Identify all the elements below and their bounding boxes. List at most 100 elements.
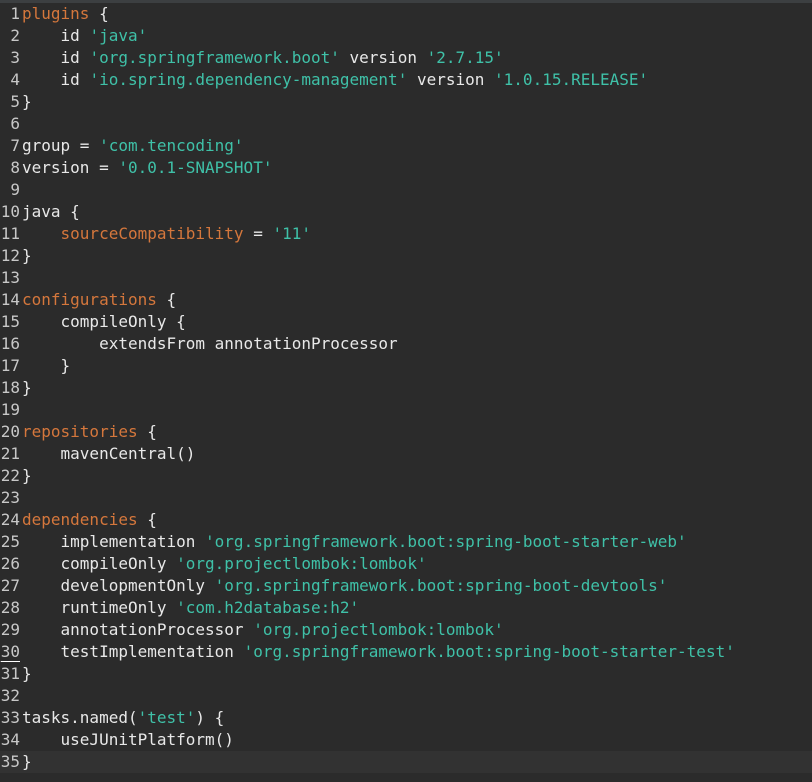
line-number: 28 xyxy=(0,598,20,617)
line-number: 35 xyxy=(0,752,20,771)
code-line[interactable]: 35} xyxy=(0,751,812,773)
code-line[interactable]: 13 xyxy=(0,267,812,289)
code-line[interactable]: 3 id 'org.springframework.boot' version … xyxy=(0,47,812,69)
code-line[interactable]: 28 runtimeOnly 'com.h2database:h2' xyxy=(0,597,812,619)
code-line[interactable]: 18} xyxy=(0,377,812,399)
string-token: '11' xyxy=(272,224,311,243)
keyword-token: repositories xyxy=(22,422,138,441)
code-line[interactable]: 19 xyxy=(0,399,812,421)
text-token: } xyxy=(22,246,32,265)
code-line[interactable]: 12} xyxy=(0,245,812,267)
code-text: dependencies { xyxy=(22,510,157,529)
code-line[interactable]: 34 useJUnitPlatform() xyxy=(0,729,812,751)
line-number: 26 xyxy=(0,554,20,573)
text-token: version xyxy=(339,48,427,67)
line-number: 32 xyxy=(0,686,20,705)
line-number: 2 xyxy=(10,26,20,45)
line-number: 1 xyxy=(10,4,20,23)
code-text: } xyxy=(22,752,32,771)
text-token: } xyxy=(22,92,32,111)
text-token: = xyxy=(243,224,273,243)
string-token: '0.0.1-SNAPSHOT' xyxy=(118,158,273,177)
code-line[interactable]: 32 xyxy=(0,685,812,707)
code-text: } xyxy=(22,466,32,485)
line-number: 8 xyxy=(10,158,20,177)
code-line[interactable]: 21 mavenCentral() xyxy=(0,443,812,465)
code-line[interactable]: 8 version = '0.0.1-SNAPSHOT' xyxy=(0,157,812,179)
line-number: 15 xyxy=(0,312,20,331)
string-token: '1.0.15.RELEASE' xyxy=(494,70,649,89)
code-line[interactable]: 5} xyxy=(0,91,812,113)
keyword-token: configurations xyxy=(22,290,157,309)
code-text: implementation 'org.springframework.boot… xyxy=(22,532,687,551)
code-lines[interactable]: 1 plugins {2 id 'java' 3 id 'org.springfra… xyxy=(0,3,812,773)
code-text: id 'java' xyxy=(22,26,148,45)
string-token: 'org.projectlombok:lombok' xyxy=(176,554,427,573)
text-token: testImplementation xyxy=(22,642,244,661)
text-token: { xyxy=(89,4,109,23)
text-token: version xyxy=(407,70,495,89)
code-line[interactable]: 1 plugins { xyxy=(0,3,812,25)
line-number: 14 xyxy=(0,290,20,309)
keyword-token: plugins xyxy=(22,4,90,23)
code-line[interactable]: 15 compileOnly { xyxy=(0,311,812,333)
line-number: 9 xyxy=(10,180,20,199)
text-token: id xyxy=(22,26,90,45)
code-text: } xyxy=(22,664,32,683)
code-line[interactable]: 7 group = 'com.tencoding' xyxy=(0,135,812,157)
code-line[interactable]: 11 sourceCompatibility = '11' xyxy=(0,223,812,245)
text-token: id xyxy=(22,70,90,89)
code-text: } xyxy=(22,356,71,375)
string-token: 'io.spring.dependency-management' xyxy=(89,70,408,89)
line-number: 5 xyxy=(10,92,20,111)
code-line[interactable]: 25 implementation 'org.springframework.b… xyxy=(0,531,812,553)
code-line[interactable]: 22} xyxy=(0,465,812,487)
line-number: 18 xyxy=(0,378,20,397)
code-line[interactable]: 31} xyxy=(0,663,812,685)
line-number: 30 xyxy=(0,642,20,661)
code-line[interactable]: 6 xyxy=(0,113,812,135)
text-token: useJUnitPlatform() xyxy=(22,730,234,749)
code-line[interactable]: 29 annotationProcessor 'org.projectlombo… xyxy=(0,619,812,641)
code-text: runtimeOnly 'com.h2database:h2' xyxy=(22,598,360,617)
line-number: 17 xyxy=(0,356,20,375)
code-line[interactable]: 33 tasks.named('test') { xyxy=(0,707,812,729)
line-number: 33 xyxy=(0,708,20,727)
line-number: 6 xyxy=(10,114,20,133)
code-text: useJUnitPlatform() xyxy=(22,730,234,749)
code-text: annotationProcessor 'org.projectlombok:l… xyxy=(22,620,504,639)
text-token: version = xyxy=(22,158,119,177)
text-token: } xyxy=(22,466,32,485)
code-line[interactable]: 24 dependencies { xyxy=(0,509,812,531)
text-token: ) { xyxy=(195,708,225,727)
text-token: { xyxy=(156,290,177,309)
code-text: id 'io.spring.dependency-management' ver… xyxy=(22,70,649,89)
code-line[interactable]: 17 } xyxy=(0,355,812,377)
code-text: } xyxy=(22,246,32,265)
line-number: 4 xyxy=(10,70,20,89)
code-text: compileOnly 'org.projectlombok:lombok' xyxy=(22,554,427,573)
line-number: 7 xyxy=(10,136,20,155)
code-editor[interactable]: 1 plugins {2 id 'java' 3 id 'org.springfra… xyxy=(0,0,812,782)
text-token: } xyxy=(22,752,32,771)
code-text: compileOnly { xyxy=(22,312,186,331)
code-line[interactable]: 27 developmentOnly 'org.springframework.… xyxy=(0,575,812,597)
code-line[interactable]: 2 id 'java' xyxy=(0,25,812,47)
line-number: 19 xyxy=(0,400,20,419)
text-token: { xyxy=(137,422,157,441)
text-token: compileOnly xyxy=(22,554,177,573)
line-number: 11 xyxy=(0,224,20,243)
text-token: java { xyxy=(22,202,80,221)
code-line[interactable]: 9 xyxy=(0,179,812,201)
code-line[interactable]: 14 configurations { xyxy=(0,289,812,311)
code-line[interactable]: 4 id 'io.spring.dependency-management' v… xyxy=(0,69,812,91)
text-token: } xyxy=(22,378,32,397)
line-number: 23 xyxy=(0,488,20,507)
code-line[interactable]: 20 repositories { xyxy=(0,421,812,443)
code-line[interactable]: 26 compileOnly 'org.projectlombok:lombok… xyxy=(0,553,812,575)
code-line[interactable]: 23 xyxy=(0,487,812,509)
line-number: 22 xyxy=(0,466,20,485)
code-line[interactable]: 10 java { xyxy=(0,201,812,223)
code-line[interactable]: 16 extendsFrom annotationProcessor xyxy=(0,333,812,355)
code-line[interactable]: 30 testImplementation 'org.springframewo… xyxy=(0,641,812,663)
